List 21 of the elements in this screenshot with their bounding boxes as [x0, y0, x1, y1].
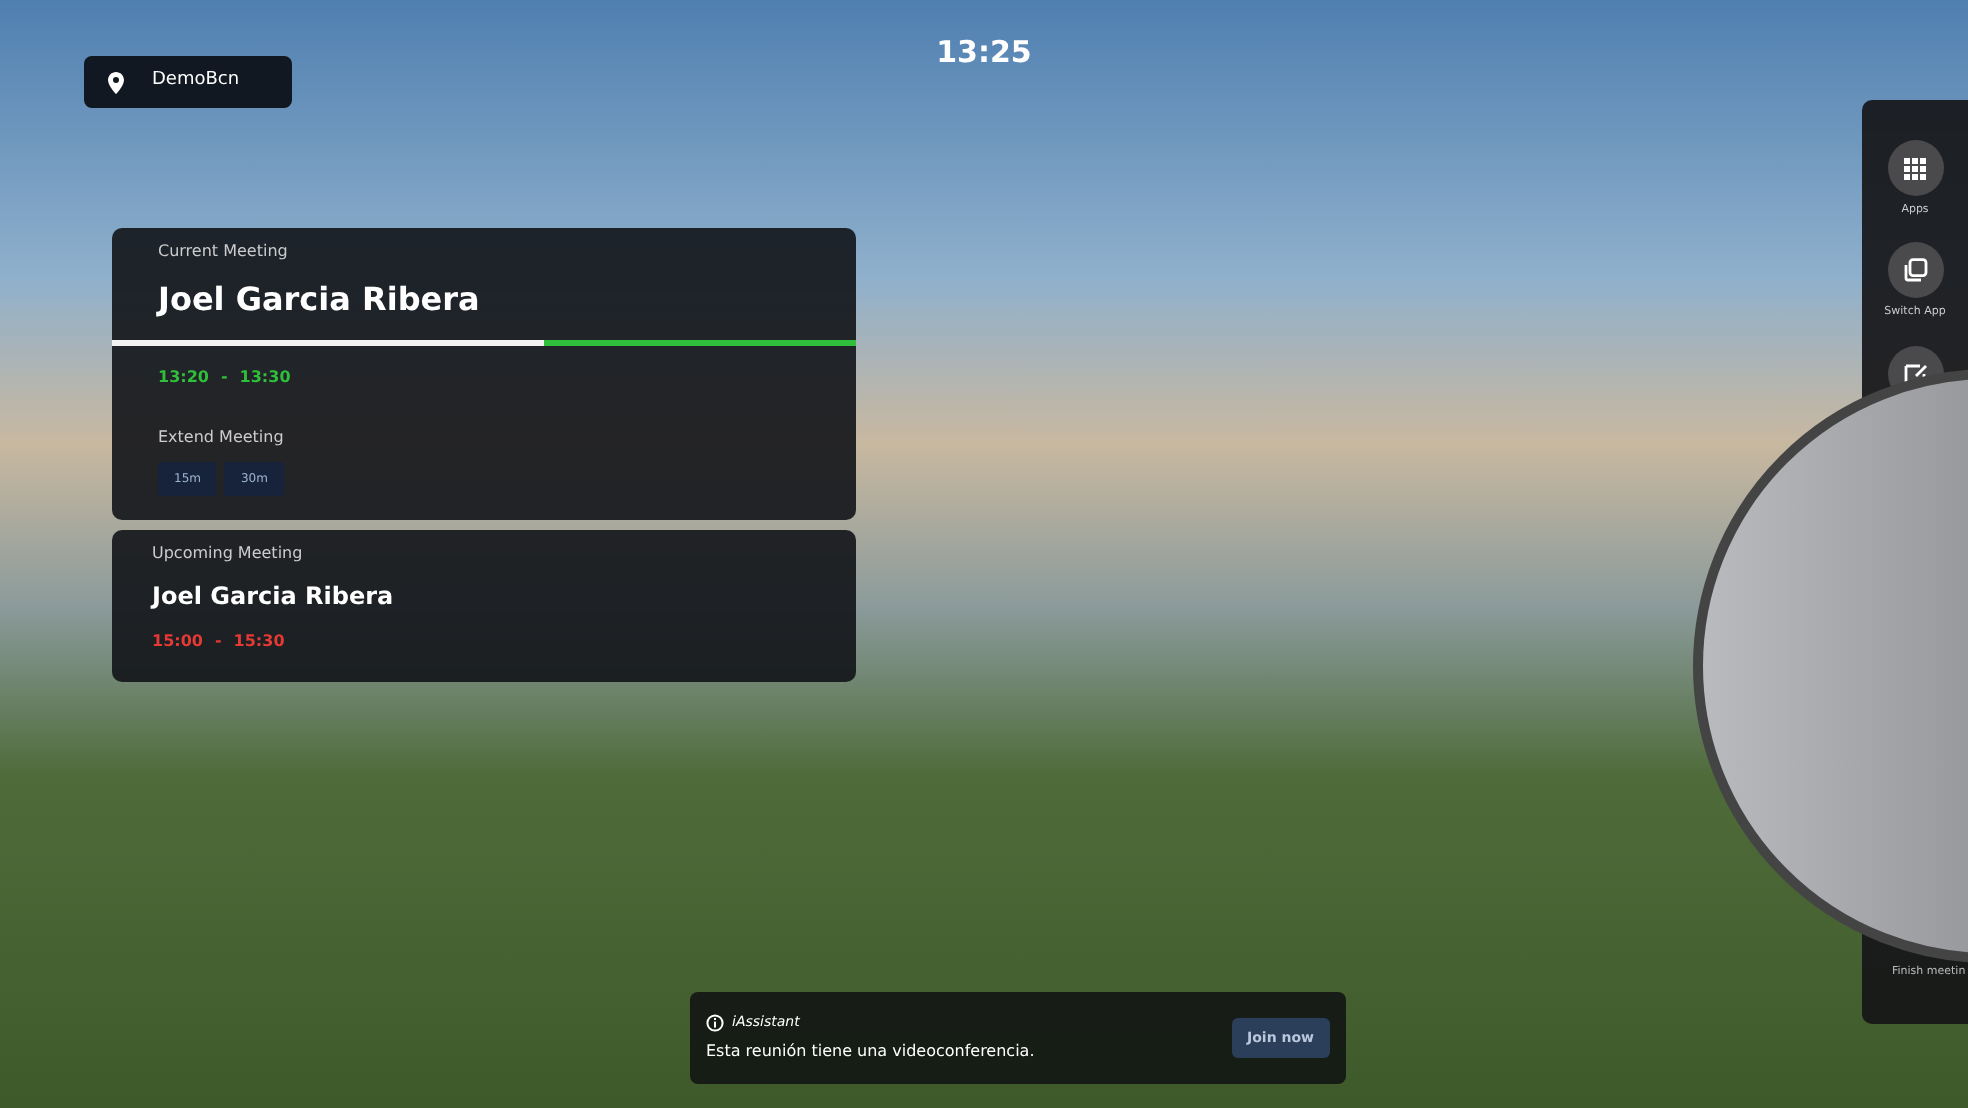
notification-message: Esta reunión tiene una videoconferencia. — [706, 1040, 1035, 1065]
info-icon — [706, 1013, 724, 1031]
location-pin-icon — [108, 71, 124, 93]
extend-label: Extend Meeting — [156, 426, 286, 450]
location-label: DemoBcn — [152, 68, 240, 95]
grid-icon — [1904, 157, 1926, 179]
meeting-heading: Current Meeting — [156, 240, 290, 264]
meeting-heading: Upcoming Meeting — [150, 542, 305, 566]
time-separator: - — [220, 366, 228, 390]
meeting-end-time: 13:30 — [239, 366, 291, 390]
meeting-title: Joel Garcia Ribera — [154, 278, 482, 322]
meeting-start-time: 13:20 — [158, 366, 209, 390]
location-pill[interactable]: DemoBcn — [84, 56, 292, 108]
meeting-end-time: 15:30 — [233, 630, 285, 654]
clock-time: 13:25 — [936, 34, 1032, 70]
sidebar-icon-button[interactable] — [1887, 242, 1943, 299]
copy-icon — [1903, 258, 1927, 283]
sidebar-icon-button[interactable] — [1887, 140, 1943, 196]
meeting-start-time: 15:00 — [152, 630, 203, 654]
time-separator: - — [214, 630, 222, 654]
meeting-title: Joel Garcia Ribera — [148, 580, 396, 614]
